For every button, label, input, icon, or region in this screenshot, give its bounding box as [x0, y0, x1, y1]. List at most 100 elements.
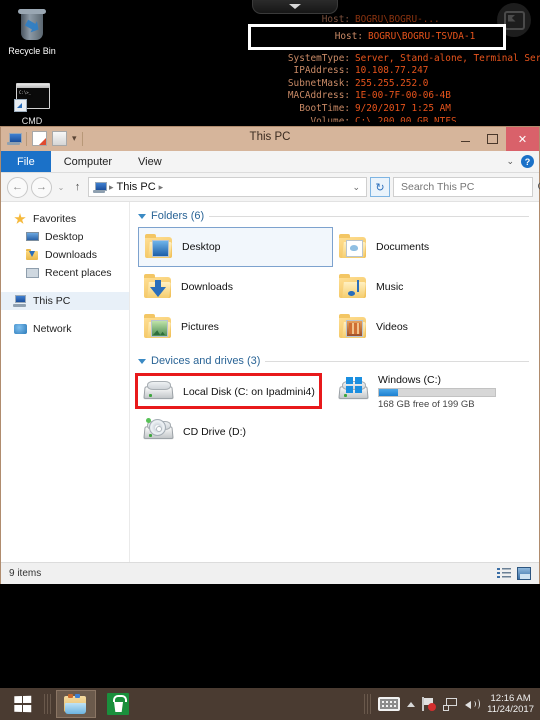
up-button[interactable]: ↑	[70, 181, 85, 193]
tray-grip[interactable]	[364, 694, 372, 714]
this-pc-icon	[93, 181, 107, 193]
start-button[interactable]	[0, 688, 44, 720]
details-view-icon[interactable]	[497, 567, 511, 580]
sidebar-item-favorites[interactable]: Favorites	[1, 210, 129, 228]
sidebar-item-recent-places[interactable]: Recent places	[1, 264, 129, 282]
bginfo-label: MACAddress:	[287, 90, 350, 102]
large-icons-view-icon[interactable]	[517, 567, 531, 580]
tab-computer[interactable]: Computer	[51, 151, 125, 172]
list-item-label: Documents	[376, 241, 430, 253]
search-box[interactable]	[393, 177, 540, 197]
back-button[interactable]: ←	[7, 176, 28, 198]
list-item-label: Desktop	[182, 241, 221, 253]
flag-icon[interactable]	[422, 697, 437, 711]
bginfo-label: BootTime:	[299, 102, 350, 114]
sidebar-item-label: Favorites	[33, 213, 77, 225]
list-item[interactable]: Music	[333, 267, 528, 307]
list-item-label: Local Disk (C: on Ipadmini4)	[183, 386, 315, 398]
host-value: BOGRU\BOGRU-TSVDA-1	[368, 31, 476, 42]
forward-button[interactable]: →	[31, 176, 52, 198]
taskbar-grip[interactable]	[44, 694, 52, 714]
navigation-pane: Favorites Desktop Downloads Recent place…	[1, 202, 130, 562]
desktop-icon-label: CMD	[21, 116, 43, 126]
tab-file[interactable]: File	[1, 151, 51, 172]
list-item[interactable]: Windows (C:) 168 GB free of 199 GB	[333, 372, 528, 412]
close-button[interactable]: ✕	[506, 127, 539, 151]
folder-music-icon	[338, 272, 368, 302]
bginfo-row-ipaddress: IPAddress: 10.108.77.247	[258, 65, 540, 78]
recycle-bin-icon	[14, 8, 50, 44]
history-dropdown-button[interactable]: ⌄	[55, 183, 67, 192]
window-titlebar[interactable]: ▾ This PC ✕	[1, 127, 539, 151]
star-icon	[13, 212, 28, 226]
list-item[interactable]: CD Drive (D:)	[138, 412, 333, 452]
address-bar: ← → ⌄ ↑ ▸ This PC ▸ ⌄ ↻	[1, 173, 540, 201]
help-icon[interactable]: ?	[521, 155, 534, 168]
window-content: Favorites Desktop Downloads Recent place…	[1, 201, 539, 562]
windows-drive-icon	[338, 377, 370, 407]
sidebar-item-label: Desktop	[45, 231, 84, 243]
maximize-button[interactable]	[479, 127, 506, 151]
file-list-pane[interactable]: Folders (6) Desktop Documents Downloads …	[130, 202, 539, 562]
clock[interactable]: 12:16 AM 11/24/2017	[487, 693, 534, 715]
network-icon[interactable]	[443, 697, 458, 711]
group-title: Folders (6)	[151, 210, 205, 222]
sidebar-item-desktop[interactable]: Desktop	[1, 228, 129, 246]
minimize-button[interactable]	[452, 127, 479, 151]
desktop-icon-recycle-bin[interactable]: Recycle Bin	[0, 8, 64, 56]
refresh-button[interactable]: ↻	[370, 177, 390, 197]
desktop-icon-cmd[interactable]: C:\>_ CMD	[0, 78, 64, 126]
bginfo-value: 255.255.252.0	[355, 77, 429, 89]
status-bar: 9 items	[1, 562, 539, 584]
item-count-label: 9 items	[9, 568, 42, 579]
list-item[interactable]: Videos	[333, 307, 528, 347]
group-header-folders[interactable]: Folders (6)	[138, 210, 529, 222]
list-item[interactable]: Downloads	[138, 267, 333, 307]
bginfo-label: SystemType:	[287, 52, 350, 64]
capacity-bar	[378, 388, 496, 397]
this-pc-icon	[13, 294, 28, 308]
volume-icon[interactable]	[465, 698, 481, 711]
list-item[interactable]: Documents	[333, 227, 528, 267]
tab-view[interactable]: View	[125, 151, 175, 172]
rdp-connection-bar[interactable]	[252, 0, 338, 14]
chevron-down-icon[interactable]: ⌄	[352, 182, 362, 193]
search-input[interactable]	[399, 180, 538, 194]
breadcrumb[interactable]: ▸ This PC ▸ ⌄	[88, 177, 367, 197]
chevron-down-icon[interactable]: ⌄	[506, 156, 514, 167]
group-header-devices[interactable]: Devices and drives (3)	[138, 355, 529, 367]
sidebar-item-network[interactable]: Network	[1, 320, 129, 338]
folders-tiles: Desktop Documents Downloads Music Pictur…	[138, 227, 529, 347]
chevron-down-icon[interactable]	[138, 213, 146, 219]
bginfo-label: IPAddress:	[293, 65, 350, 77]
capacity-text: 168 GB free of 199 GB	[378, 399, 475, 410]
breadcrumb-item-this-pc[interactable]: This PC	[117, 181, 156, 193]
list-item[interactable]: Pictures	[138, 307, 333, 347]
ribbon-tabs: File Computer View ⌄ ?	[1, 151, 539, 173]
network-icon	[13, 322, 28, 336]
breadcrumb-separator: ▸	[158, 181, 164, 192]
taskbar-item-file-explorer[interactable]	[56, 690, 96, 718]
bginfo-label: SubnetMask:	[287, 77, 350, 89]
list-item-label: Downloads	[181, 281, 233, 293]
host-highlight-box: Host: BOGRU\BOGRU-TSVDA-1	[248, 24, 506, 50]
chevron-down-icon[interactable]	[289, 4, 301, 9]
divider	[265, 360, 529, 362]
sidebar-item-this-pc[interactable]: This PC	[1, 292, 129, 310]
recent-places-icon	[25, 266, 40, 280]
group-title: Devices and drives (3)	[151, 355, 261, 367]
taskbar-item-store[interactable]	[98, 690, 138, 718]
list-item[interactable]: Desktop	[138, 227, 333, 267]
chevron-up-icon[interactable]	[407, 701, 416, 707]
sidebar-item-downloads[interactable]: Downloads	[1, 246, 129, 264]
divider	[209, 215, 529, 217]
list-item-label: Music	[376, 281, 404, 293]
keyboard-icon[interactable]	[378, 697, 401, 711]
list-item[interactable]: Local Disk (C: on Ipadmini4)	[138, 372, 333, 412]
bginfo-row-boottime: BootTime: 9/20/2017 1:25 AM	[258, 103, 540, 116]
chevron-down-icon[interactable]	[138, 358, 146, 364]
bginfo-value: 10.108.77.247	[355, 65, 429, 77]
bginfo-row-subnetmask: SubnetMask: 255.255.252.0	[258, 78, 540, 91]
downloads-icon	[25, 248, 40, 262]
desktop-icon-label: Recycle Bin	[8, 46, 56, 56]
